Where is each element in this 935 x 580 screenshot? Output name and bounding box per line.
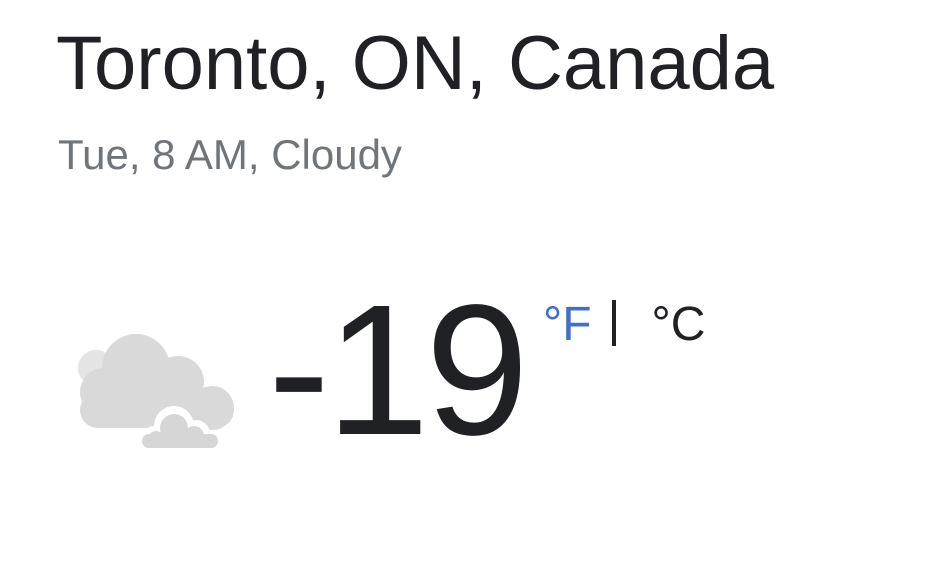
temperature-value: -19 <box>268 267 529 474</box>
unit-separator <box>611 300 616 346</box>
weather-subtitle: Tue, 8 AM, Cloudy <box>58 131 402 178</box>
fahrenheit-unit-button[interactable]: °F <box>543 298 592 351</box>
cloudy-icon <box>78 334 234 450</box>
unit-toggle: °F °C <box>543 300 705 349</box>
current-weather: -19 °F °C <box>0 278 935 490</box>
location-title: Toronto, ON, Canada <box>56 21 775 106</box>
celsius-unit-button[interactable]: °C <box>652 298 706 351</box>
